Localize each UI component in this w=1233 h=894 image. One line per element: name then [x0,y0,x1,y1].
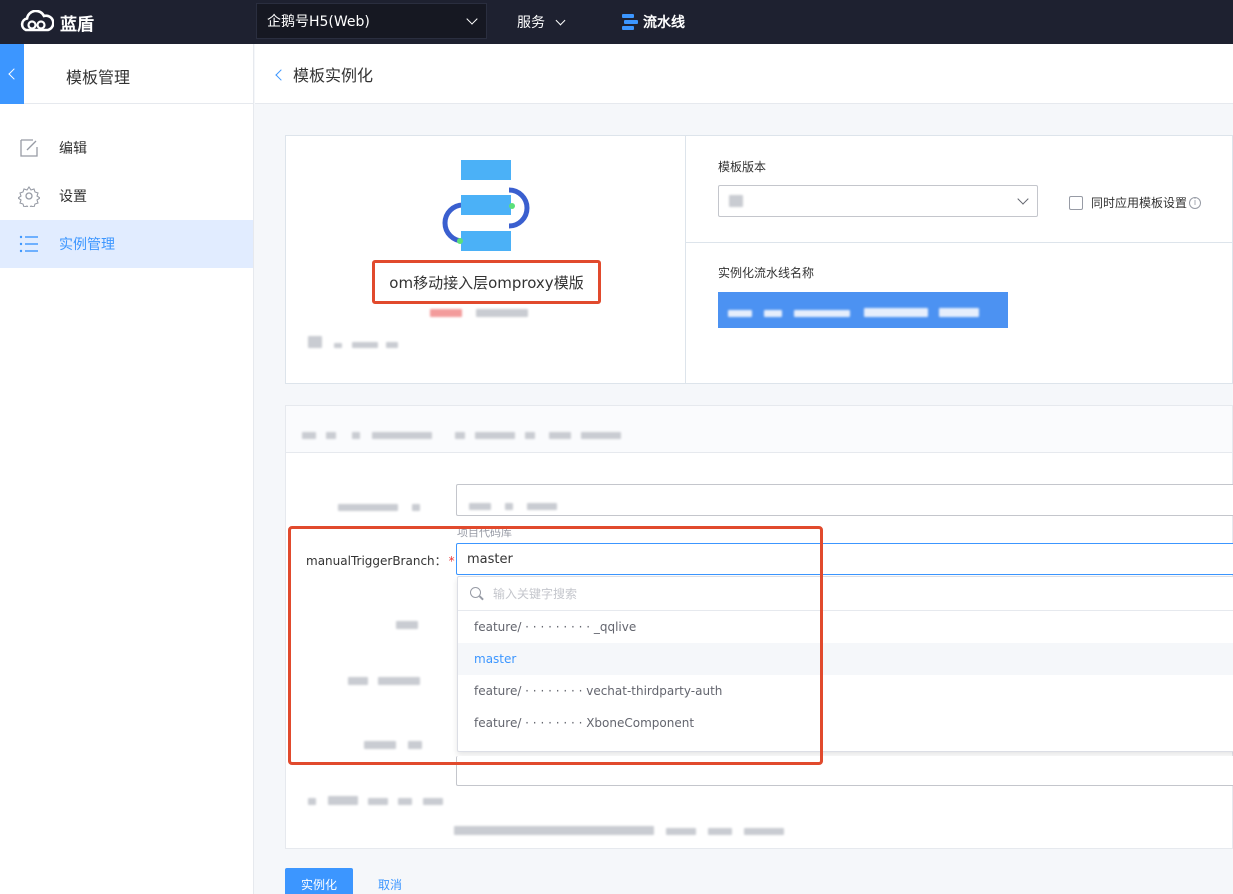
params-header-blur [302,428,622,443]
manual-trigger-branch-label-text: manualTriggerBranch： [306,554,447,568]
param-row-6-label-blur [308,794,443,809]
apply-settings-label: 同时应用模板设置 [1091,196,1188,210]
edit-icon [20,139,38,157]
project-select-value: 企鹅号H5(Web) [267,14,370,30]
service-menu[interactable]: 服务 [517,0,566,44]
template-version-section: 模板版本 同时应用模板设置 i [686,136,1232,243]
branch-option[interactable]: feature/ · · · · · · · · · _qqlive [458,611,1233,643]
param-row-6-input[interactable] [456,756,1233,786]
branch-search-input[interactable] [493,586,793,601]
template-subtitle-blur [430,306,542,317]
sidebar-item-edit[interactable]: 编辑 [0,124,253,172]
branch-hint: 项目代码库 [457,526,512,539]
manual-trigger-branch-select[interactable]: master [456,543,1233,575]
brand-logo[interactable]: 蓝盾 [20,8,94,36]
branch-select-value: master [467,551,513,567]
branch-search-row [458,577,1233,611]
list-icon [19,235,38,253]
template-version-select[interactable] [718,185,1038,217]
gear-icon [18,186,40,207]
back-button[interactable] [275,64,287,83]
sidebar-header: 模板管理 [0,44,253,104]
chevron-down-icon [555,15,566,25]
pipeline-nav-label: 流水线 [643,15,685,31]
cloud-logo-icon [20,10,54,32]
manual-trigger-branch-label: manualTriggerBranch： * [306,552,455,569]
sidebar-item-instances[interactable]: 实例管理 [0,220,253,268]
sidebar-item-label: 编辑 [59,141,87,157]
sidebar-collapse-button[interactable] [0,44,24,104]
param-row-3-label-blur [396,618,418,633]
instance-name-label: 实例化流水线名称 [718,266,815,280]
page-title: 模板实例化 [293,65,374,85]
required-mark: * [448,554,455,568]
sidebar-title: 模板管理 [66,68,131,87]
template-name-highlight: om移动接入层omproxy模版 [372,260,601,304]
param-row-7-value-blur [454,824,785,839]
page-header: 模板实例化 [255,44,1233,104]
template-info-card: om移动接入层omproxy模版 模板版本 同时应用模板设置 i 实例化流水线名… [285,135,1233,384]
param-row-1-label-blur [338,500,421,515]
branch-dropdown: feature/ · · · · · · · · · _qqlive maste… [457,576,1233,752]
chevron-left-icon [275,69,287,81]
branch-option[interactable]: feature/ · · · · · · · · vechat-thirdpar… [458,675,1233,707]
pipeline-template-logo-icon [442,160,530,251]
top-nav-bar: 蓝盾 企鹅号H5(Web) 服务 流水线 [0,0,1233,44]
pipeline-nav-link[interactable]: 流水线 [620,0,685,44]
params-header [286,406,1232,453]
chevron-down-icon [1017,193,1029,205]
param-row-1-input[interactable] [456,484,1233,516]
project-select[interactable]: 企鹅号H5(Web) [256,3,487,39]
pipeline-icon [620,13,638,31]
template-version-label: 模板版本 [718,160,767,174]
chevron-down-icon [466,13,478,25]
param-row-4-label-blur [348,674,421,689]
cancel-button[interactable]: 取消 [378,876,402,893]
apply-settings-option[interactable]: 同时应用模板设置 i [1069,194,1202,211]
search-icon [470,587,483,600]
sidebar-item-label: 设置 [59,189,87,205]
chevron-left-icon [7,68,20,80]
sidebar: 模板管理 编辑 设置 实例管理 [0,44,254,894]
branch-option-selected[interactable]: master [458,643,1233,675]
brand-name: 蓝盾 [60,14,94,35]
param-row-1-value-blur [469,499,558,514]
sidebar-item-settings[interactable]: 设置 [0,172,253,220]
template-summary: om移动接入层omproxy模版 [286,136,686,383]
param-row-5-label-blur [364,738,423,753]
template-name: om移动接入层omproxy模版 [389,273,584,292]
service-menu-label: 服务 [517,15,545,31]
instantiate-button[interactable]: 实例化 [285,868,353,894]
instance-name-blur [728,306,979,321]
template-version-value-blur [729,195,743,207]
pipeline-params-card: manualTriggerBranch：* 项目代码库 master featu… [285,405,1233,849]
sidebar-item-label: 实例管理 [59,237,115,253]
template-meta-blur [308,336,399,352]
instance-name-section: 实例化流水线名称 [686,244,1232,383]
info-icon[interactable]: i [1189,196,1202,209]
branch-option[interactable]: feature/ · · · · · · · · XboneComponent [458,707,1233,739]
instance-name-field[interactable] [718,292,1008,328]
apply-settings-checkbox[interactable] [1069,195,1083,210]
